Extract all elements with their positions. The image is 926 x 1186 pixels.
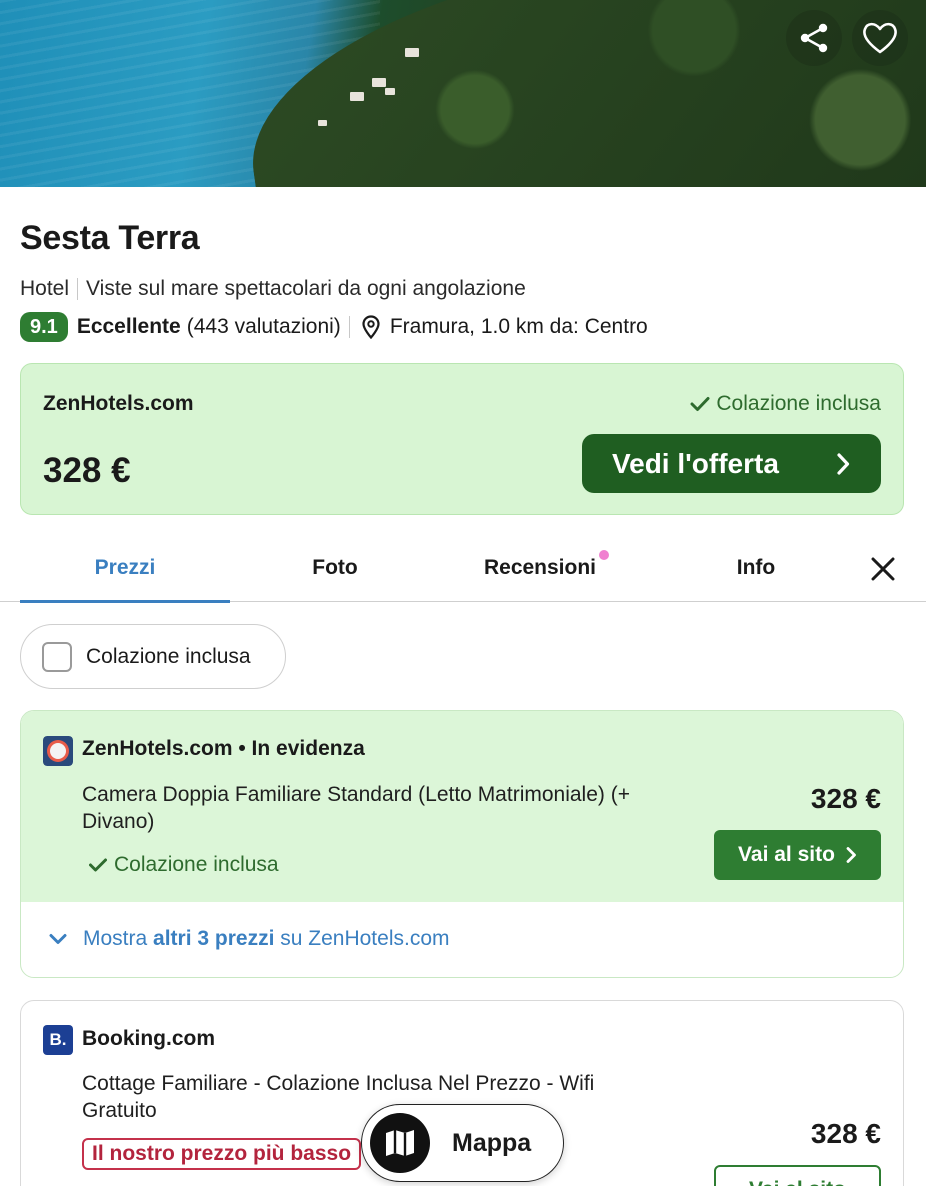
rating-score-badge[interactable]: 9.1 xyxy=(20,312,68,342)
top-offer-perk: Colazione inclusa xyxy=(690,392,881,416)
view-offer-button[interactable]: Vedi l'offerta xyxy=(582,434,881,493)
view-offer-label: Vedi l'offerta xyxy=(612,447,779,479)
map-icon xyxy=(370,1113,430,1173)
go-to-site-button[interactable]: Vai al sito xyxy=(714,1165,881,1186)
breakfast-filter-checkbox[interactable] xyxy=(42,641,72,672)
show-more-text: Mostra altri 3 prezzi su ZenHotels.com xyxy=(83,927,450,950)
new-reviews-dot xyxy=(599,550,609,560)
chevron-right-icon xyxy=(846,847,856,863)
tab-prezzi[interactable]: Prezzi xyxy=(20,536,230,603)
hotel-tagline: Viste sul mare spettacolari da ogni ango… xyxy=(86,277,526,300)
rating-row: 9.1 Eccellente (443 valutazioni) Framura… xyxy=(20,311,648,343)
hero-building xyxy=(405,48,419,57)
top-offer-card[interactable]: ZenHotels.com Colazione inclusa 328 € Ve… xyxy=(20,363,904,515)
close-icon[interactable] xyxy=(870,556,896,582)
booking-logo-icon: B. xyxy=(43,1025,73,1055)
hero-building xyxy=(350,92,364,101)
hotel-type: Hotel xyxy=(20,277,70,300)
share-button[interactable] xyxy=(786,10,842,66)
offer-provider: ZenHotels.com • In evidenza xyxy=(82,737,365,761)
favorite-button[interactable] xyxy=(852,10,908,66)
offer-price: 328 € xyxy=(810,1118,881,1149)
chevron-down-icon xyxy=(49,934,67,944)
top-offer-price: 328 € xyxy=(43,451,131,490)
room-description[interactable]: Camera Doppia Familiare Standard (Letto … xyxy=(82,781,702,835)
top-offer-perk-label: Colazione inclusa xyxy=(716,392,881,415)
location-pin-icon xyxy=(362,315,380,339)
offer-perk: Colazione inclusa xyxy=(89,853,279,877)
go-to-site-label: Vai al sito xyxy=(738,843,835,866)
rating-count[interactable]: (443 valutazioni) xyxy=(187,315,341,339)
divider xyxy=(77,278,79,300)
offer-provider-name: ZenHotels.com xyxy=(82,737,233,760)
top-offer-provider: ZenHotels.com xyxy=(43,392,194,415)
zenhotels-logo-icon xyxy=(43,736,73,766)
go-to-site-button[interactable]: Vai al sito xyxy=(714,830,881,880)
tab-recensioni[interactable]: Recensioni xyxy=(435,536,645,602)
hero-building xyxy=(372,78,386,87)
hotel-name: Sesta Terra xyxy=(20,219,200,257)
check-icon xyxy=(89,858,107,872)
tab-info[interactable]: Info xyxy=(651,536,861,602)
map-button-label: Mappa xyxy=(452,1128,532,1157)
go-to-site-label: Vai al sito xyxy=(749,1178,846,1186)
offer-perk-label: Colazione inclusa xyxy=(114,853,279,876)
hero-building xyxy=(318,120,327,126)
rating-label: Eccellente xyxy=(76,315,181,338)
hero-building xyxy=(385,88,395,95)
heart-icon xyxy=(863,22,897,54)
featured-badge: • In evidenza xyxy=(238,737,365,760)
offer-price: 328 € xyxy=(810,783,881,814)
hotel-subtitle: Hotel Viste sul mare spettacolari da ogn… xyxy=(20,277,526,301)
lowest-price-badge: Il nostro prezzo più basso xyxy=(82,1138,362,1170)
tab-bar: Prezzi Foto Recensioni Info xyxy=(0,536,926,603)
tab-foto[interactable]: Foto xyxy=(230,536,440,602)
breakfast-filter-chip[interactable]: Colazione inclusa xyxy=(20,624,286,689)
chevron-right-icon xyxy=(837,452,850,475)
divider xyxy=(348,316,350,338)
breakfast-filter-label: Colazione inclusa xyxy=(86,644,251,668)
hotel-location[interactable]: Framura, 1.0 km da: Centro xyxy=(390,315,648,339)
check-icon xyxy=(690,397,710,411)
offer-card-zenhotels: ZenHotels.com • In evidenza Camera Doppi… xyxy=(20,710,904,978)
hero-photo[interactable] xyxy=(0,0,926,187)
show-more-prices-link[interactable]: Mostra altri 3 prezzi su ZenHotels.com xyxy=(49,927,450,951)
share-icon xyxy=(800,23,828,53)
offer-provider-name: Booking.com xyxy=(82,1027,216,1050)
hero-actions xyxy=(786,10,908,66)
map-button[interactable]: Mappa xyxy=(361,1104,564,1182)
